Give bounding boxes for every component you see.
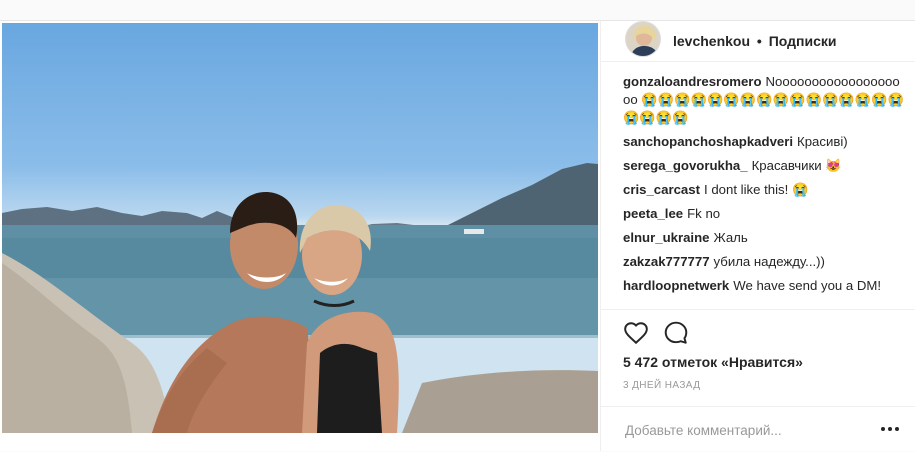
comment-item: hardloopnetwerk We have send you a DM! [623, 277, 905, 295]
heart-icon [624, 322, 648, 345]
header-separator: • [756, 33, 762, 49]
comment-text: Красиві) [797, 134, 848, 149]
comment-item: cris_carcast I dont like this! 😭 [623, 181, 905, 199]
speech-bubble-icon [664, 321, 688, 344]
comment-username[interactable]: peeta_lee [623, 206, 683, 221]
comment-item: peeta_lee Fk no [623, 205, 905, 223]
comment-text: I dont like this! 😭 [704, 182, 809, 197]
comment-item: serega_govorukha_ Красавчики 😻 [623, 157, 905, 175]
comments-list[interactable]: gonzaloandresromero Nooooooooooooooooooo … [623, 73, 905, 321]
avatar[interactable] [625, 21, 661, 57]
comment-button[interactable] [663, 320, 689, 346]
following-button[interactable]: Подписки [769, 33, 837, 49]
likes-count[interactable]: 5 472 отметок «Нравится» [623, 354, 803, 370]
add-comment-bar [601, 406, 915, 452]
username-link[interactable]: levchenkou [673, 33, 750, 49]
comment-username[interactable]: cris_carcast [623, 182, 700, 197]
post-actions: 5 472 отметок «Нравится» 3 дней назад [601, 309, 915, 415]
comment-item: zakzak777777 убила надежду...)) [623, 253, 905, 271]
more-options-button[interactable] [879, 419, 901, 439]
comment-input[interactable] [623, 417, 867, 443]
like-button[interactable] [623, 320, 649, 346]
comment-username[interactable]: elnur_ukraine [623, 230, 710, 245]
comment-username[interactable]: sanchopanchoshapkadveri [623, 134, 793, 149]
comment-item: sanchopanchoshapkadveri Красиві) [623, 133, 905, 151]
comment-username[interactable]: zakzak777777 [623, 254, 710, 269]
post-time: 3 дней назад [623, 380, 701, 391]
comment-text: Fk no [687, 206, 721, 221]
comment-username[interactable]: gonzaloandresromero [623, 74, 762, 89]
beach-selfie-image [2, 163, 598, 433]
comment-text: We have send you a DM! [733, 278, 882, 293]
post-photo[interactable] [2, 23, 598, 433]
post-header: levchenkou • Подписки [601, 21, 915, 62]
comment-item: elnur_ukraine Жаль [623, 229, 905, 247]
comment-text: Красавчики 😻 [751, 158, 842, 173]
comment-item: gonzaloandresromero Nooooooooooooooooooo … [623, 73, 905, 127]
avatar-image [626, 22, 660, 56]
comment-text: Жаль [713, 230, 748, 245]
header-text: levchenkou • Подписки [673, 33, 837, 49]
post-side-panel: levchenkou • Подписки gonzaloandresromer… [600, 21, 915, 451]
comment-username[interactable]: hardloopnetwerk [623, 278, 729, 293]
comment-text: убила надежду...)) [713, 254, 825, 269]
comment-username[interactable]: serega_govorukha_ [623, 158, 748, 173]
post-card: levchenkou • Подписки gonzaloandresromer… [0, 20, 915, 451]
ellipsis-icon [881, 427, 899, 431]
